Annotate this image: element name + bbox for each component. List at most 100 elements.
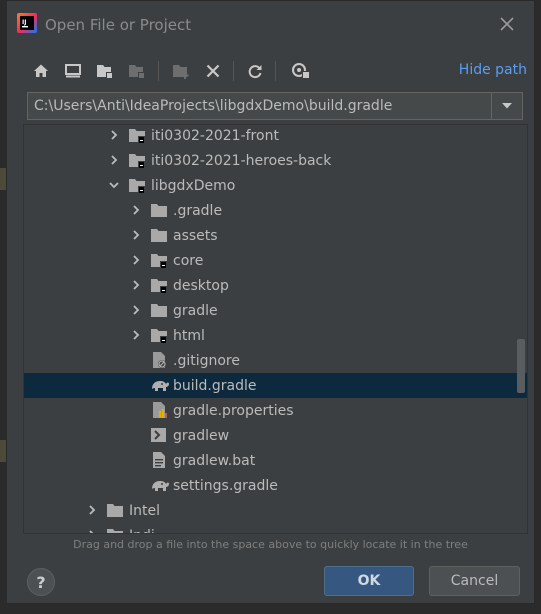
tree-row[interactable]: gradlew [24, 423, 527, 448]
chevron-right-icon[interactable] [130, 229, 142, 241]
module-folder-icon [128, 177, 146, 193]
tree-item-label: .gitignore [173, 352, 240, 369]
gradle-file-icon [150, 377, 169, 393]
ok-button[interactable]: OK [324, 566, 414, 596]
toolbar: Hide path [27, 57, 527, 85]
project-directory-button[interactable] [93, 59, 117, 83]
home-icon [34, 64, 48, 77]
tree-item-label: settings.gradle [173, 477, 278, 494]
show-hidden-icon [292, 63, 310, 79]
tree-item-label: assets [173, 227, 218, 244]
tree-item-label: gradlew.bat [173, 452, 256, 469]
tree-row[interactable]: settings.gradle [24, 473, 527, 498]
chevron-right-icon[interactable] [130, 204, 142, 216]
path-input[interactable] [28, 93, 490, 119]
tree-item-label: iti0302-2021-front [151, 127, 279, 144]
chevron-down-icon[interactable] [108, 179, 120, 191]
tree-row[interactable]: Indi [24, 523, 527, 534]
refresh-button[interactable] [243, 59, 267, 83]
module-directory-button[interactable] [125, 59, 149, 83]
tree-row[interactable]: core [24, 248, 527, 273]
chevron-right-icon[interactable] [130, 279, 142, 291]
tree-row[interactable]: gradlew.bat [24, 448, 527, 473]
shell-script-icon [150, 427, 168, 443]
chevron-right-icon[interactable] [86, 529, 98, 533]
tree-item-label: core [173, 252, 204, 269]
gradle-file-icon [150, 477, 169, 493]
tree-row[interactable]: iti0302-2021-front [24, 125, 527, 148]
properties-file-icon [150, 402, 168, 418]
refresh-icon [248, 65, 262, 79]
toolbar-separator [233, 61, 234, 81]
tree-row[interactable]: gradle [24, 298, 527, 323]
tree-row[interactable]: .gradle [24, 198, 527, 223]
svg-text:IJ: IJ [22, 19, 26, 26]
chevron-right-icon[interactable] [130, 304, 142, 316]
drag-drop-hint: Drag and drop a file into the space abov… [73, 538, 468, 551]
chevron-down-icon [502, 103, 512, 109]
chevron-right-icon[interactable] [86, 504, 98, 516]
tree-item-label: libgdxDemo [151, 177, 236, 194]
tree-item-label: .gradle [173, 202, 223, 219]
new-folder-icon [173, 65, 189, 79]
path-combobox [27, 92, 523, 120]
open-file-dialog: IJ Open File or Project Hide path C:\Use… [6, 0, 535, 604]
help-button[interactable]: ? [27, 568, 55, 596]
cancel-button[interactable]: Cancel [429, 566, 520, 596]
text-file-icon [150, 452, 168, 468]
tree-item-label: Intel [129, 502, 160, 519]
close-icon[interactable] [498, 15, 516, 33]
tree-item-label: gradle [173, 302, 218, 319]
hide-path-link[interactable]: Hide path [459, 62, 527, 78]
module-folder-icon [150, 327, 168, 343]
module-folder-icon [150, 277, 168, 293]
toolbar-separator [275, 61, 276, 81]
file-tree[interactable]: iti0302-2021-front iti0302-2021-heroes-ba… [23, 124, 528, 534]
folder-icon [150, 227, 168, 243]
show-hidden-button[interactable] [289, 59, 313, 83]
intellij-idea-icon: IJ [17, 13, 37, 33]
desktop-button[interactable] [61, 59, 85, 83]
tree-row[interactable]: desktop [24, 273, 527, 298]
gitignore-file-icon [150, 352, 168, 368]
dialog-title: Open File or Project [45, 16, 192, 34]
tree-item-label: gradle.properties [173, 402, 294, 419]
tree-item-label: desktop [173, 277, 229, 294]
tree-item-label: gradlew [173, 427, 230, 444]
tree-row[interactable]: build.gradle [24, 373, 527, 398]
tree-row[interactable]: html [24, 323, 527, 348]
tree-row[interactable]: .gitignore [24, 348, 527, 373]
module-folder-icon [129, 65, 145, 79]
desktop-icon [65, 64, 81, 78]
folder-icon [106, 527, 124, 533]
chevron-right-icon[interactable] [130, 254, 142, 266]
new-directory-button[interactable] [169, 59, 193, 83]
module-folder-icon [150, 252, 168, 268]
tree-item-label: iti0302-2021-heroes-back [151, 152, 332, 169]
folder-icon [150, 302, 168, 318]
tree-row[interactable]: libgdxDemo [24, 173, 527, 198]
tree-row[interactable]: iti0302-2021-heroes-back [24, 148, 527, 173]
folder-icon [106, 502, 124, 518]
module-folder-icon [128, 127, 146, 143]
tree-row[interactable]: assets [24, 223, 527, 248]
tree-row[interactable]: gradle.properties [24, 398, 527, 423]
path-dropdown-button[interactable] [491, 93, 522, 119]
background-strip-right [535, 0, 541, 614]
project-folder-icon [97, 65, 113, 79]
tree-item-label: Indi [129, 528, 155, 534]
delete-button[interactable] [201, 59, 225, 83]
toolbar-separator [158, 61, 159, 81]
delete-icon [206, 64, 220, 78]
chevron-right-icon[interactable] [130, 329, 142, 341]
title-bar: IJ Open File or Project [7, 1, 534, 49]
chevron-right-icon[interactable] [108, 154, 120, 166]
home-button[interactable] [29, 59, 53, 83]
tree-item-label: build.gradle [173, 377, 257, 394]
tree-item-label: html [173, 327, 205, 344]
tree-row[interactable]: Intel [24, 498, 527, 523]
chevron-right-icon[interactable] [108, 129, 120, 141]
folder-icon [150, 202, 168, 218]
tree-scrollbar-thumb[interactable] [517, 339, 525, 393]
module-folder-icon [128, 152, 146, 168]
